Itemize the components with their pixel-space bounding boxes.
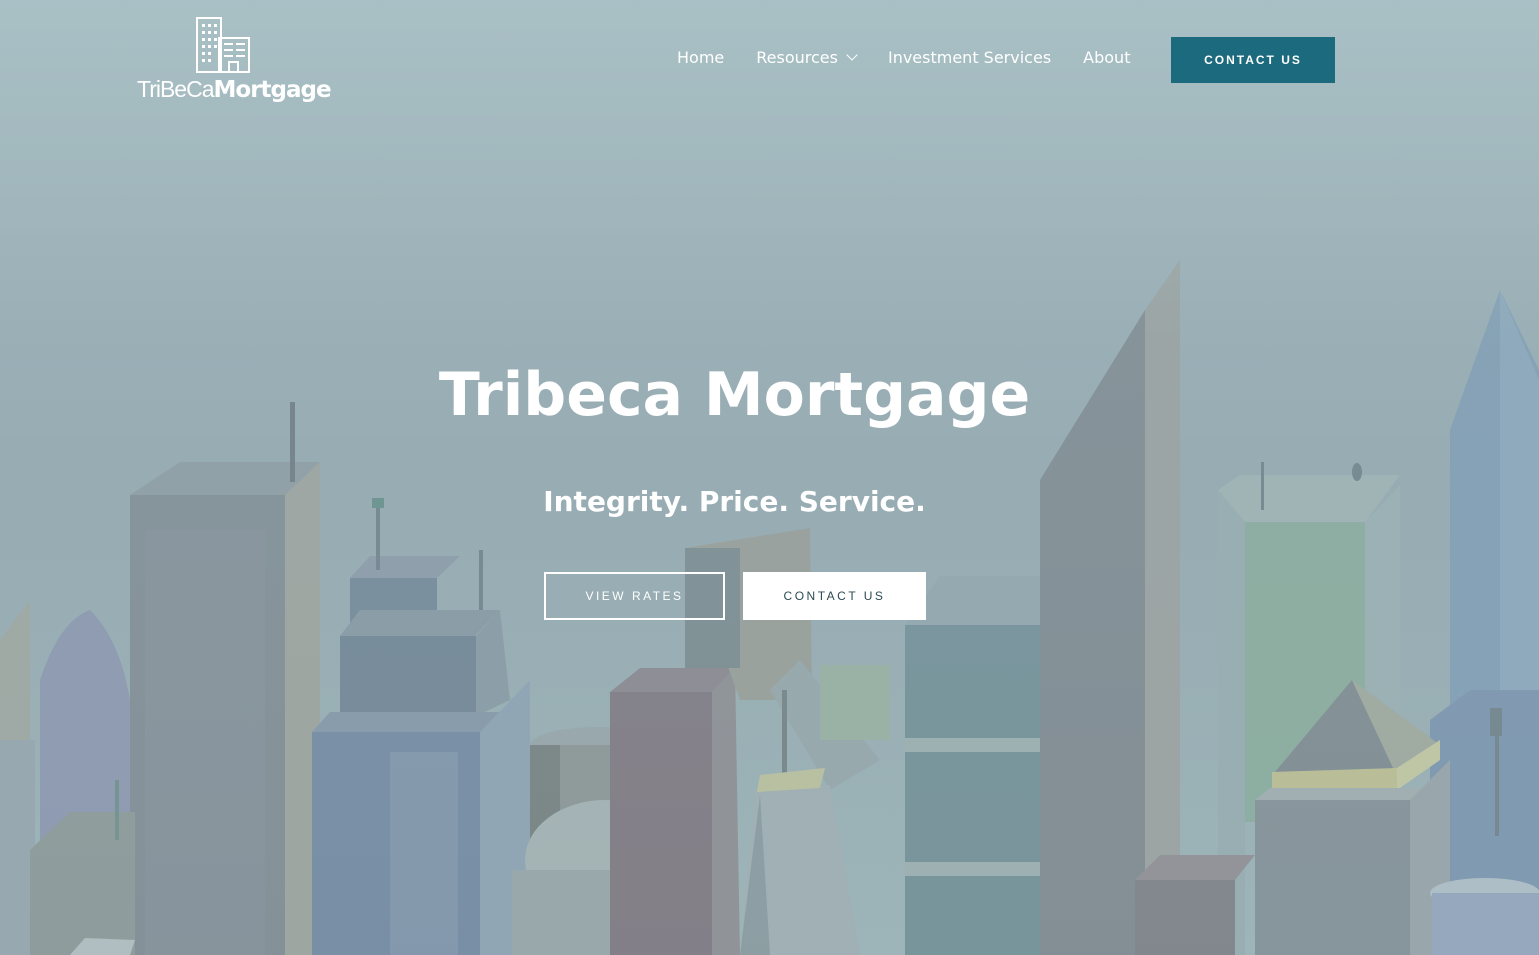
nav-item-label: About [1083,48,1131,67]
hero-contact-button[interactable]: CONTACT US [743,572,926,620]
building-icon [196,17,250,73]
hero-city-illustration [0,0,1539,955]
hero-subtitle: Integrity. Price. Service. [543,485,926,518]
nav-item-label: Resources [756,48,838,67]
logo-text-light: TriBeCa [137,76,214,102]
nav-item-home[interactable]: Home [677,48,724,67]
nav-item-about[interactable]: About [1083,48,1130,67]
view-rates-button[interactable]: VIEW RATES [544,572,725,620]
logo-wordmark: TriBeCaMortgage [137,76,332,103]
nav-item-resources[interactable]: Resources [756,48,858,67]
chevron-down-icon [846,48,858,61]
logo-text-bold: Mortgage [213,77,332,103]
nav-item-investment-services[interactable]: Investment Services [888,48,1051,67]
main-nav: Home Resources Investment Services About [677,48,1162,67]
nav-item-label: Investment Services [887,48,1052,67]
nav-item-label: Home [677,48,725,67]
hero-title: Tribeca Mortgage [438,360,1031,430]
logo[interactable]: TriBeCaMortgage [137,14,332,110]
header-contact-button[interactable]: CONTACT US [1171,37,1335,83]
site-header: TriBeCaMortgage Home Resources Investmen… [0,0,1539,120]
